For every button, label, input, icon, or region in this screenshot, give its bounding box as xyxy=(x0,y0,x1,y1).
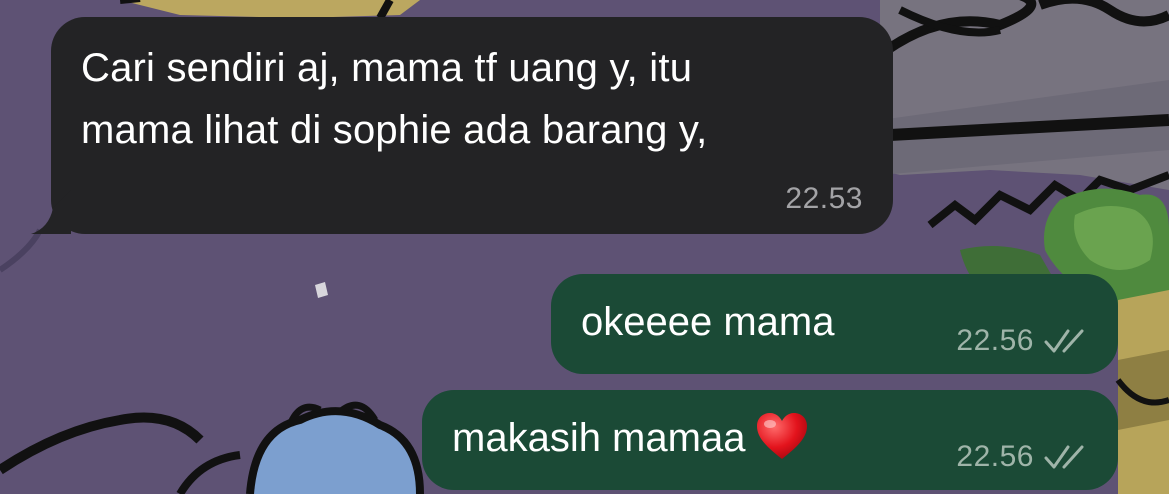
message-line: mama lihat di sophie ada barang y, xyxy=(81,108,708,152)
message-line: Cari sendiri aj, mama tf uang y, itu xyxy=(81,46,693,90)
message-text: Cari sendiri aj, mama tf uang y, itu mam… xyxy=(81,37,863,161)
message-text: makasih mamaa xyxy=(452,413,809,465)
message-timestamp: 22.53 xyxy=(785,182,863,215)
message-timestamp: 22.56 xyxy=(956,324,1034,357)
outgoing-message-bubble[interactable]: makasih mamaa 22.56 xyxy=(422,390,1118,490)
message-text: okeeee mama xyxy=(581,300,835,344)
bubble-tail xyxy=(31,190,71,234)
double-check-icon xyxy=(1044,329,1084,353)
message-text-content: makasih mamaa xyxy=(452,416,746,460)
heart-emoji xyxy=(757,413,808,460)
incoming-message-bubble[interactable]: Cari sendiri aj, mama tf uang y, itu mam… xyxy=(31,17,893,234)
message-timestamp: 22.56 xyxy=(956,440,1034,473)
double-check-icon xyxy=(1044,445,1084,469)
outgoing-message-bubble[interactable]: okeeee mama 22.56 xyxy=(551,274,1118,374)
